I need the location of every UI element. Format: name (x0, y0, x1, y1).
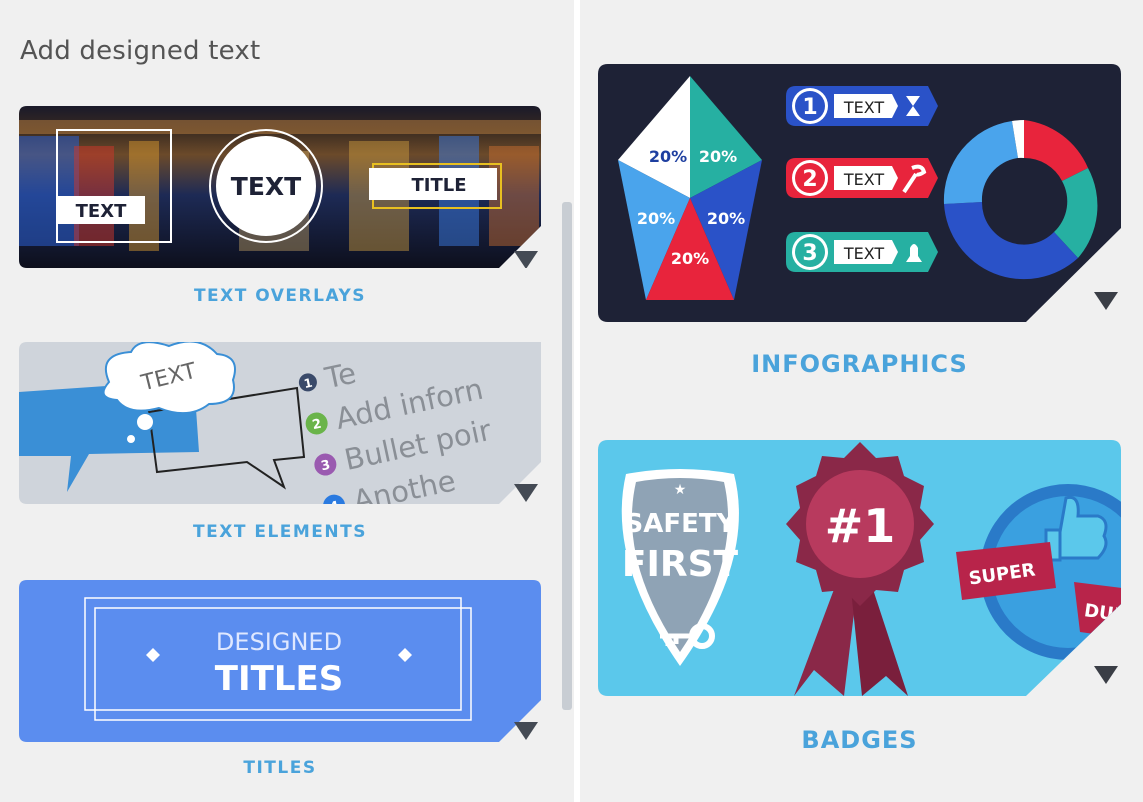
badges-card[interactable]: ★ SAFETY FIRST #1 SUPER DUP (598, 440, 1121, 696)
ribbon-1-num: 1 (802, 95, 817, 120)
ribbon-2-text: TEXT (843, 170, 885, 189)
titles-label[interactable]: TITLES (19, 758, 541, 778)
infographics-card[interactable]: 20% 20% 20% 20% 20% 1 TEXT 2 TEXT 3 TEXT (598, 64, 1121, 322)
infographics-label[interactable]: INFOGRAPHICS (598, 350, 1121, 378)
corner-arrow-icon[interactable] (1094, 666, 1118, 684)
text-overlays-card[interactable]: TEXT TEXT TITLE (19, 106, 541, 268)
shield-line1: SAFETY (625, 509, 737, 539)
corner-arrow-icon[interactable] (514, 722, 538, 740)
text-elements-label[interactable]: TEXT ELEMENTS (19, 522, 541, 542)
shield-line2: FIRST (622, 544, 739, 585)
overlay-circle-text: TEXT (231, 172, 301, 201)
overlay-title-text: TITLE (411, 175, 466, 196)
ribbon-2-num: 2 (802, 167, 817, 192)
slice-label-1: 20% (649, 147, 687, 166)
corner-arrow-icon[interactable] (514, 484, 538, 502)
slice-label-2: 20% (699, 147, 737, 166)
rosette-text: #1 (825, 499, 896, 553)
ribbon-3-text: TEXT (843, 244, 885, 263)
infographics-preview: 20% 20% 20% 20% 20% 1 TEXT 2 TEXT 3 TEXT (598, 64, 1121, 322)
text-elements-card[interactable]: TEXT 1 Te 2 Add inforn 3 Bullet poir 4 A… (19, 342, 541, 504)
titles-card[interactable]: DESIGNED TITLES (19, 580, 541, 742)
slice-label-4: 20% (707, 209, 745, 228)
scrollbar-thumb[interactable] (562, 202, 572, 710)
corner-arrow-icon[interactable] (1094, 292, 1118, 310)
panel-heading: Add designed text (20, 36, 261, 66)
ribbon-3-num: 3 (802, 241, 817, 266)
badges-preview: ★ SAFETY FIRST #1 SUPER DUP (598, 440, 1121, 696)
star-icon: ★ (674, 481, 687, 497)
text-elements-preview: TEXT 1 Te 2 Add inforn 3 Bullet poir 4 A… (19, 342, 541, 504)
badges-label[interactable]: BADGES (598, 726, 1121, 754)
slice-label-3: 20% (637, 209, 675, 228)
text-overlays-preview: TEXT TEXT TITLE (19, 106, 541, 268)
titles-line1: DESIGNED (216, 628, 342, 656)
overlay-box-text: TEXT (76, 201, 127, 222)
corner-arrow-icon[interactable] (514, 251, 538, 268)
text-overlays-label[interactable]: TEXT OVERLAYS (19, 286, 541, 306)
slice-label-5: 20% (671, 249, 709, 268)
ribbon-1-text: TEXT (843, 98, 885, 117)
titles-line2: TITLES (215, 659, 343, 699)
titles-preview: DESIGNED TITLES (19, 580, 541, 742)
